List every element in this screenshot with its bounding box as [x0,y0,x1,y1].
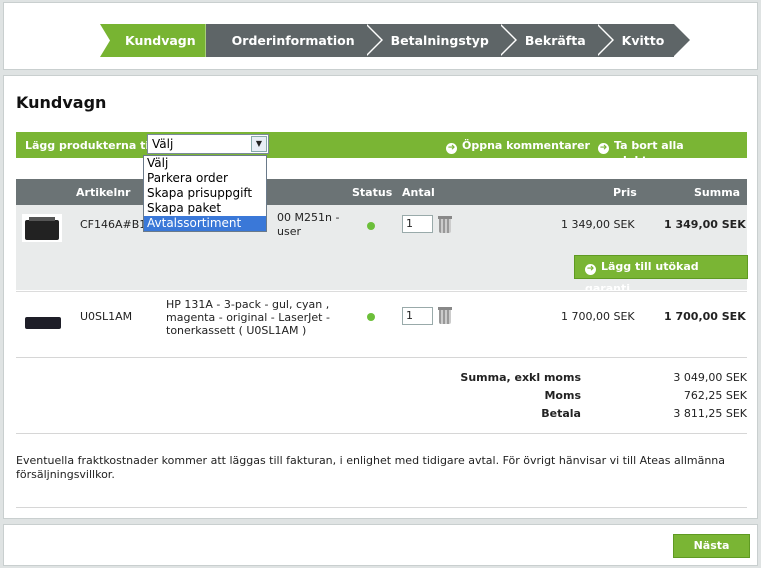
trash-icon[interactable] [438,216,452,233]
moms-value: 762,25 SEK [683,389,747,402]
cart-toolbar: Lägg produkterna till Välj ▼ ➜ Öppna komm… [16,132,747,167]
step-betalningstyp[interactable]: Betalningstyp [364,24,518,57]
step-orderinformation[interactable]: Orderinformation [205,24,383,57]
header-antal: Antal [402,186,435,199]
dropdown-option[interactable]: Parkera order [144,171,266,186]
header-pris: Pris [613,186,637,199]
header-summa: Summa [694,186,741,199]
dropdown-option-highlighted[interactable]: Avtalssortiment [144,216,266,231]
total-exkl-value: 3 049,00 SEK [673,371,747,384]
open-comments-link[interactable]: ➜ Öppna kommentarer [446,139,590,154]
quantity-input[interactable]: 1 [402,215,433,233]
checkout-steps: Kundvagn Orderinformation Betalningstyp … [100,24,692,57]
artikelnr: U0SL1AM [80,310,133,323]
open-comments-label: Öppna kommentarer [462,139,590,152]
item-sum: 1 700,00 SEK [664,310,746,323]
arrow-right-icon: ➜ [446,143,457,154]
step-kundvagn[interactable]: Kundvagn [100,24,206,57]
dropdown-option[interactable]: Skapa paket [144,201,266,216]
table-header: Artikelnr Status Antal Pris Summa [16,179,747,205]
moms-label: Moms [544,389,581,402]
product-description[interactable]: HP 131A - 3-pack - gul, cyan , [166,298,329,311]
item-price: 1 349,00 SEK [561,218,635,231]
add-warranty-button[interactable]: ➜ Lägg till utökad garanti [574,255,748,295]
betala-value: 3 811,25 SEK [673,407,747,420]
status-indicator [367,313,375,321]
cart-panel: Kundvagn Lägg produkterna till Välj ▼ ➜ Ö… [3,75,758,519]
total-exkl-label: Summa, exkl moms [460,371,581,384]
divider [16,357,747,358]
divider [16,507,747,508]
shipping-note: Eventuella fraktkostnader kommer att läg… [16,454,726,481]
dropdown-option[interactable]: Skapa prisuppgift [144,186,266,201]
warranty-row: ➜ Lägg till utökad garanti [16,250,748,295]
header-status: Status [352,186,393,199]
arrow-right-icon: ➜ [598,143,609,154]
divider [16,433,747,434]
arrow-right-icon: ➜ [585,264,596,275]
product-image[interactable] [22,307,62,335]
item-sum: 1 349,00 SEK [664,218,746,231]
remove-all-link[interactable]: ➜ Ta bort alla produkter [598,139,747,167]
header-artikelnr: Artikelnr [76,186,131,199]
betala-label: Betala [541,407,581,420]
product-description[interactable]: 00 M251n - [277,211,339,224]
status-indicator [367,222,375,230]
add-warranty-label: Lägg till utökad garanti [585,260,699,295]
chevron-down-icon[interactable]: ▼ [251,136,267,152]
next-button[interactable]: Nästa [673,534,750,558]
footer-panel: Nästa [3,524,758,566]
item-price: 1 700,00 SEK [561,310,635,323]
product-image[interactable] [22,214,62,242]
quantity-input[interactable]: 1 [402,307,433,325]
remove-all-label: Ta bort alla produkter [598,139,684,167]
product-description-line2[interactable]: magenta - original - LaserJet - [166,311,330,324]
add-to-dropdown-list: Välj Parkera order Skapa prisuppgift Ska… [143,155,267,232]
dropdown-option[interactable]: Välj [144,156,266,171]
add-to-label: Lägg produkterna till [25,139,157,152]
page-title: Kundvagn [16,93,107,112]
add-to-select[interactable]: Välj ▼ [147,134,269,154]
checkout-steps-panel: Kundvagn Orderinformation Betalningstyp … [3,2,758,70]
product-description-line2[interactable]: user [277,225,301,238]
product-description-line3[interactable]: tonerkassett ( U0SL1AM ) [166,324,306,337]
table-row: CF146A#B19 00 M251n - user 1 1 349,00 SE… [16,205,747,250]
trash-icon[interactable] [438,307,452,324]
select-value: Välj [152,137,174,151]
table-row: U0SL1AM HP 131A - 3-pack - gul, cyan , m… [16,291,747,356]
